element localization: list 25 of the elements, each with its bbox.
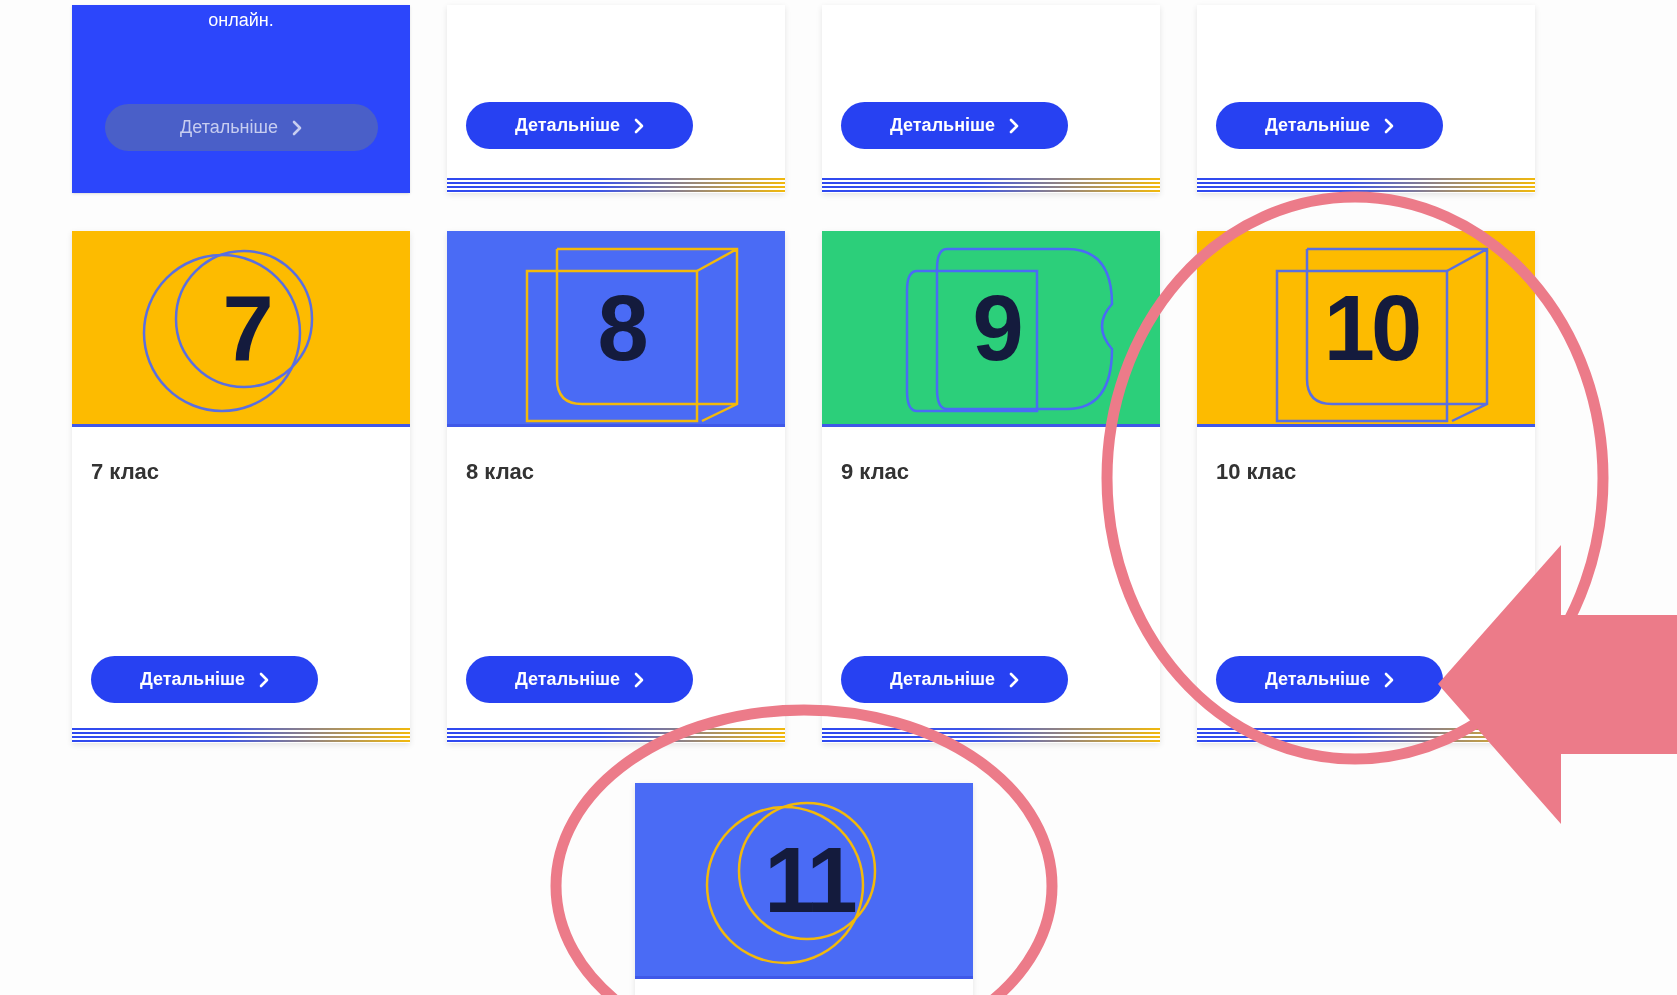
chevron-icon xyxy=(259,671,269,688)
details-button[interactable]: Детальніше xyxy=(841,102,1068,149)
chevron-icon xyxy=(634,671,644,688)
card-title: 9 клас xyxy=(841,458,911,486)
grade-number: 10 xyxy=(1323,281,1419,374)
card-title: 7 клас xyxy=(91,458,161,486)
details-button[interactable]: Детальніше xyxy=(466,102,693,149)
grade-number: 11 xyxy=(764,833,854,926)
details-button[interactable]: Детальніше xyxy=(1216,102,1443,149)
details-button[interactable]: Детальніше xyxy=(1216,656,1443,703)
chevron-icon xyxy=(1009,671,1019,688)
chevron-icon xyxy=(634,117,644,134)
card-title: 10 клас xyxy=(1216,458,1298,486)
chevron-icon xyxy=(1009,117,1019,134)
card-title: 8 клас xyxy=(466,458,536,486)
chevron-icon xyxy=(1384,671,1394,688)
chevron-icon xyxy=(1384,117,1394,134)
details-button[interactable]: Детальніше xyxy=(466,656,693,703)
grade-number: 8 xyxy=(597,281,645,374)
details-button[interactable]: Детальніше xyxy=(91,656,318,703)
chevron-icon xyxy=(291,119,302,136)
details-button[interactable]: Детальніше xyxy=(841,656,1068,703)
grade-number: 7 xyxy=(222,281,270,374)
card-text: онлайн. xyxy=(208,9,274,29)
grade-number: 9 xyxy=(972,281,1020,374)
